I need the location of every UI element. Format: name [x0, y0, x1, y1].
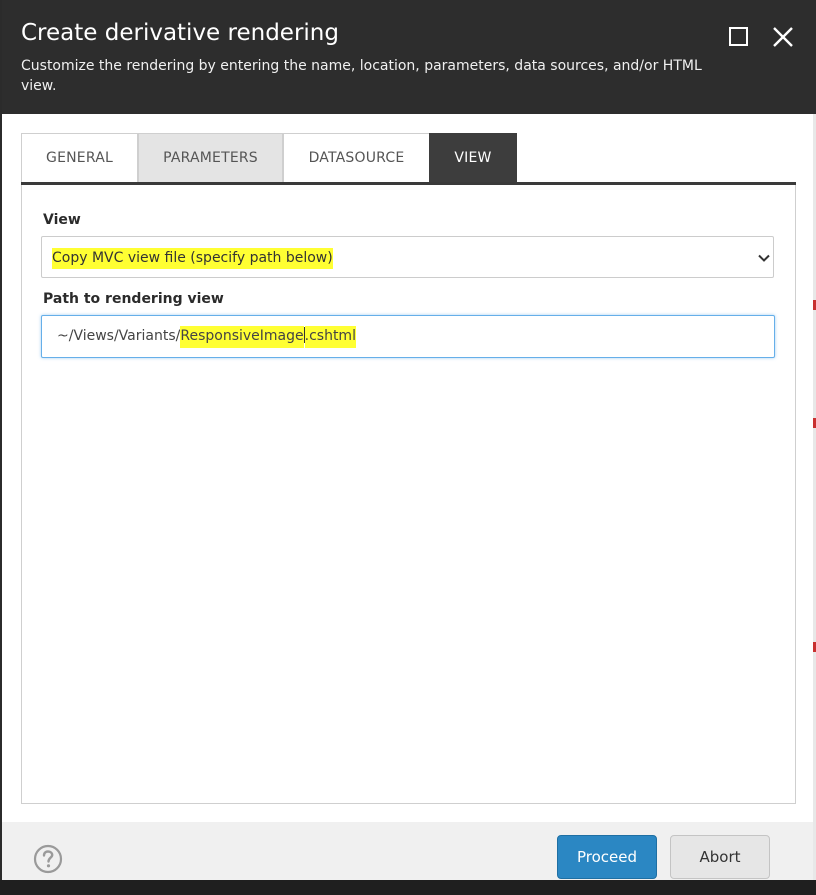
dialog-header: Create derivative rendering Customize th…	[2, 0, 816, 114]
maximize-button[interactable]	[726, 24, 752, 50]
path-highlight-extension: .cshtml	[304, 326, 356, 348]
path-input-value: ~/Views/Variants/ResponsiveImage.cshtml	[57, 326, 356, 348]
tab-parameters[interactable]: PARAMETERS	[138, 133, 283, 182]
tab-view[interactable]: VIEW	[429, 133, 517, 182]
close-icon	[773, 27, 793, 47]
help-icon[interactable]	[33, 844, 63, 874]
dialog-title: Create derivative rendering	[21, 20, 339, 46]
path-input[interactable]: ~/Views/Variants/ResponsiveImage.cshtml	[41, 315, 775, 358]
tab-general[interactable]: GENERAL	[21, 133, 138, 182]
path-prefix: ~/Views/Variants/	[57, 328, 181, 344]
path-highlight-filename: ResponsiveImage	[180, 326, 304, 348]
proceed-button[interactable]: Proceed	[557, 835, 657, 879]
window-left-edge	[0, 0, 2, 895]
view-field-label: View	[43, 212, 81, 228]
path-field-label: Path to rendering view	[43, 291, 224, 307]
tab-bar: GENERAL PARAMETERS DATASOURCE VIEW	[21, 133, 796, 185]
close-button[interactable]	[770, 24, 796, 50]
dialog-subtitle: Customize the rendering by entering the …	[21, 58, 702, 94]
dialog-footer: Proceed Abort	[2, 822, 813, 880]
maximize-icon	[729, 27, 748, 46]
window-bottom-edge	[0, 880, 816, 895]
tab-datasource[interactable]: DATASOURCE	[283, 133, 430, 182]
chevron-down-icon	[758, 254, 770, 262]
abort-button[interactable]: Abort	[670, 835, 770, 879]
view-select[interactable]: Copy MVC view file (specify path below)	[41, 236, 774, 278]
view-select-value: Copy MVC view file (specify path below)	[52, 248, 333, 269]
